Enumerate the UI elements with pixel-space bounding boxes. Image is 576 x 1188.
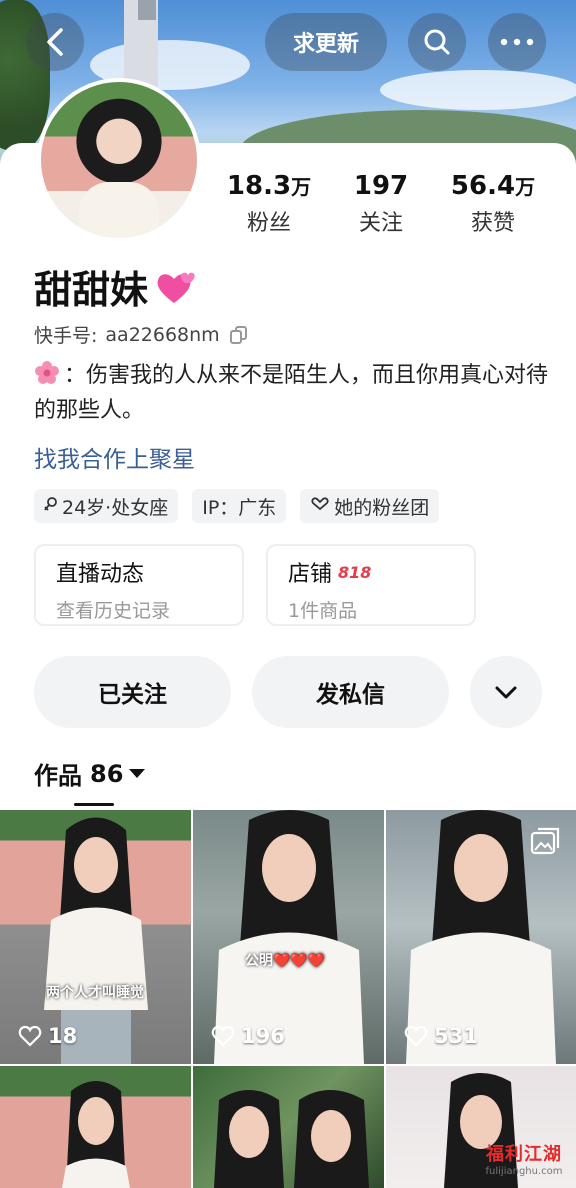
profile-name: 甜甜妹 bbox=[34, 268, 149, 312]
fan-group-icon bbox=[310, 497, 330, 515]
like-count: 196 bbox=[211, 1024, 285, 1048]
stat-likes[interactable]: 56.4万 获赞 bbox=[438, 171, 548, 237]
request-update-button[interactable]: 求更新 bbox=[265, 13, 387, 71]
flower-icon bbox=[34, 360, 60, 386]
caret-down-icon bbox=[129, 769, 146, 778]
live-dynamics-entry[interactable]: 直播动态 查看历史记录 bbox=[34, 544, 244, 626]
sparkling-heart-icon bbox=[154, 267, 198, 307]
stat-fans-number: 18.3 bbox=[226, 171, 292, 201]
tag-row: 24岁·处女座 IP：广东 她的粉丝团 bbox=[34, 489, 440, 523]
more-options-button[interactable] bbox=[488, 13, 546, 71]
like-count-number: 196 bbox=[241, 1024, 285, 1048]
kuaishou-id-row: 快手号: aa22668nm bbox=[34, 321, 248, 348]
chevron-down-icon bbox=[495, 686, 517, 699]
video-tile[interactable]: 两个人才叫睡觉 18 bbox=[0, 810, 191, 1064]
shop-818-badge: 818 bbox=[338, 562, 372, 582]
bio: ：伤害我的人从来不是陌生人，而且你用真心对待的那些人。 bbox=[34, 358, 554, 428]
tag-ip-text: IP：广东 bbox=[202, 496, 277, 519]
copy-icon[interactable] bbox=[229, 325, 248, 344]
tab-works-label: 作品 bbox=[34, 762, 82, 790]
stat-following-label: 关注 bbox=[358, 211, 403, 236]
search-icon bbox=[424, 29, 450, 55]
kuaishou-id-label: 快手号: bbox=[34, 325, 98, 347]
image-album-icon bbox=[530, 827, 560, 855]
stat-likes-unit: 万 bbox=[515, 175, 536, 199]
gender-female-icon bbox=[44, 496, 58, 516]
shop-subtitle: 1件商品 bbox=[288, 600, 358, 622]
video-caption: 两个人才叫睡觉 bbox=[46, 985, 144, 1001]
bio-text: ：伤害我的人从来不是陌生人，而且你用真心对待的那些人。 bbox=[34, 363, 549, 423]
video-caption: 公明❤️❤️❤️ bbox=[245, 953, 326, 969]
video-tile[interactable]: 公明❤️❤️❤️ 196 bbox=[193, 810, 384, 1064]
live-dynamics-subtitle: 查看历史记录 bbox=[56, 600, 171, 622]
stat-likes-number: 56.4 bbox=[450, 171, 516, 201]
heart-outline-icon bbox=[18, 1025, 42, 1047]
stat-fans-label: 粉丝 bbox=[246, 211, 291, 236]
stat-fans-unit: 万 bbox=[291, 175, 312, 199]
tag-fan-group-text: 她的粉丝团 bbox=[334, 496, 430, 519]
tab-works[interactable]: 作品 86 bbox=[34, 756, 146, 791]
search-button[interactable] bbox=[408, 13, 466, 71]
watermark-url: fulijianghu.com bbox=[485, 1166, 563, 1177]
like-count-number: 531 bbox=[434, 1024, 478, 1048]
back-button[interactable] bbox=[26, 13, 84, 71]
heart-outline-icon bbox=[211, 1025, 235, 1047]
send-message-button[interactable]: 发私信 bbox=[252, 656, 449, 728]
tag-fan-group[interactable]: 她的粉丝团 bbox=[300, 489, 440, 523]
stat-fans[interactable]: 18.3万 粉丝 bbox=[214, 171, 324, 237]
tab-works-underline bbox=[74, 803, 114, 806]
tag-age-text: 24岁·处女座 bbox=[62, 496, 169, 519]
chevron-left-icon bbox=[47, 28, 63, 56]
expand-recommendations-button[interactable] bbox=[470, 656, 542, 728]
like-count-number: 18 bbox=[48, 1024, 78, 1048]
live-dynamics-title: 直播动态 bbox=[56, 562, 145, 587]
tab-works-count: 86 bbox=[90, 759, 124, 788]
followed-button[interactable]: 已关注 bbox=[34, 656, 231, 728]
avatar[interactable] bbox=[37, 78, 201, 242]
stat-likes-label: 获赞 bbox=[470, 211, 515, 236]
watermark-logo: 福利江湖 fulijianghu.com bbox=[476, 1140, 572, 1184]
stat-following[interactable]: 197 关注 bbox=[326, 171, 436, 237]
video-tile[interactable] bbox=[0, 1066, 191, 1188]
like-count: 531 bbox=[404, 1024, 478, 1048]
tag-age: 24岁·处女座 bbox=[34, 489, 179, 523]
shop-title: 店铺 bbox=[288, 562, 333, 587]
tag-ip: IP：广东 bbox=[192, 489, 287, 523]
heart-outline-icon bbox=[404, 1025, 428, 1047]
cooperate-link[interactable]: 找我合作上聚星 bbox=[34, 440, 195, 474]
more-dots-icon bbox=[500, 38, 534, 46]
shop-entry[interactable]: 店铺 818 1件商品 bbox=[266, 544, 476, 626]
stat-following-number: 197 bbox=[353, 171, 409, 201]
like-count: 18 bbox=[18, 1024, 77, 1048]
profile-name-row: 甜甜妹 bbox=[34, 259, 198, 314]
kuaishou-id-value: aa22668nm bbox=[105, 323, 220, 346]
photo-tile[interactable]: 531 bbox=[386, 810, 576, 1064]
video-tile[interactable] bbox=[193, 1066, 384, 1188]
watermark-text: 福利江湖 bbox=[486, 1144, 562, 1165]
